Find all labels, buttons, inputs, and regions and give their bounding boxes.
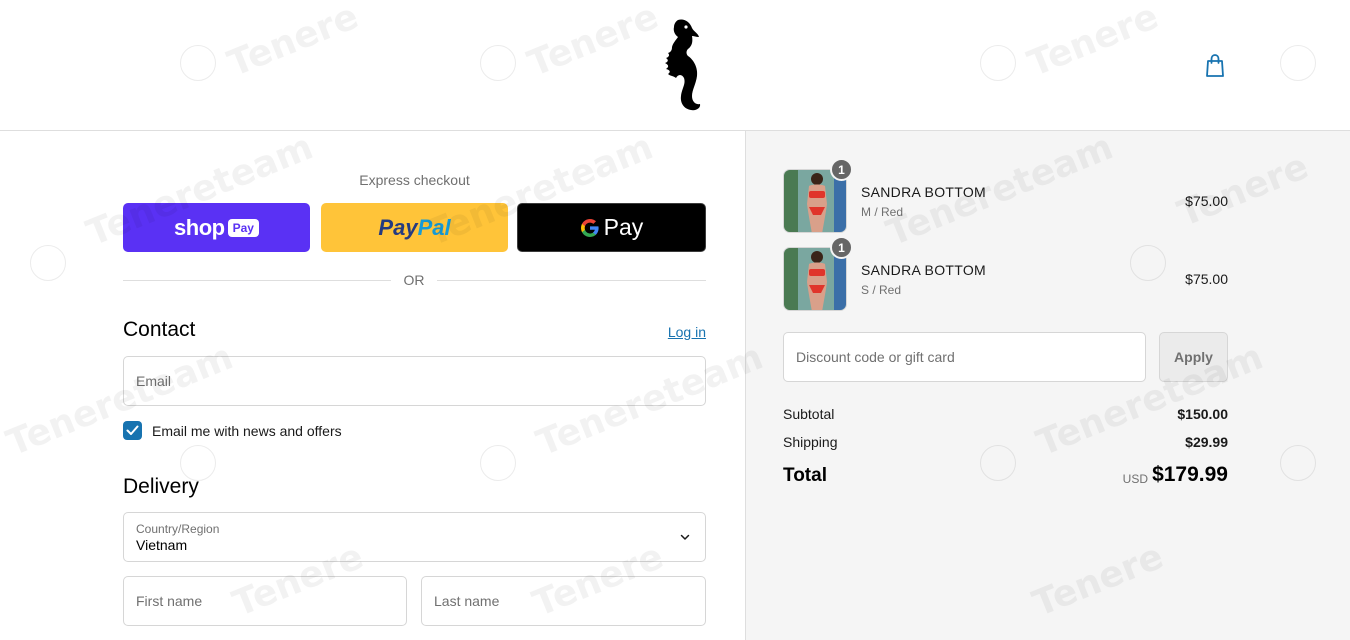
paypal-button[interactable]: PayPal: [321, 203, 508, 252]
subtotal-label: Subtotal: [783, 406, 835, 422]
cart-button[interactable]: [1203, 53, 1227, 79]
shopping-bag-icon[interactable]: [1203, 53, 1227, 79]
quantity-badge: 1: [830, 158, 853, 181]
delivery-heading: Delivery: [123, 475, 199, 498]
or-label: OR: [403, 272, 425, 288]
or-divider: OR: [123, 271, 706, 289]
apply-discount-button[interactable]: Apply: [1159, 332, 1228, 382]
shop-pay-button[interactable]: shop Pay: [123, 203, 310, 252]
chevron-down-icon: [680, 534, 690, 540]
total-currency: USD: [1122, 472, 1148, 486]
checkout-form: Express checkout shop Pay PayPal Pay OR …: [0, 131, 745, 640]
country-value: Vietnam: [136, 537, 188, 553]
contact-heading: Contact: [123, 318, 196, 341]
newsletter-option[interactable]: Email me with news and offers: [123, 421, 342, 440]
checkout-header: [0, 0, 1350, 131]
newsletter-label: Email me with news and offers: [152, 422, 342, 439]
total-value: $179.99: [1152, 463, 1228, 486]
country-select[interactable]: Country/Region Vietnam: [123, 512, 706, 562]
product-price: $75.00: [1185, 193, 1228, 209]
shipping-value: $29.99: [1185, 434, 1228, 450]
google-pay-button[interactable]: Pay: [517, 203, 706, 252]
line-item: 1 SANDRA BOTTOM S / Red $75.00: [783, 236, 1228, 311]
product-variant: M / Red: [861, 205, 904, 219]
google-pay-wordmark: Pay: [603, 214, 644, 240]
product-name: SANDRA BOTTOM: [861, 262, 986, 278]
shop-pay-wordmark: shop: [174, 214, 225, 240]
total-row: Total USD $179.99: [783, 463, 1228, 493]
seahorse-logo[interactable]: [648, 18, 702, 112]
total-label: Total: [783, 465, 827, 486]
login-link[interactable]: Log in: [620, 324, 706, 340]
divider-line: [123, 280, 391, 281]
discount-code-input[interactable]: Discount code or gift card: [783, 332, 1146, 382]
shipping-label: Shipping: [783, 434, 838, 450]
google-g-icon: [580, 218, 599, 237]
express-checkout-title: Express checkout: [359, 172, 470, 188]
subtotal-value: $150.00: [1177, 406, 1228, 422]
quantity-badge: 1: [830, 236, 853, 259]
email-field[interactable]: Email: [123, 356, 706, 406]
first-name-field[interactable]: First name: [123, 576, 407, 626]
country-label: Country/Region: [136, 522, 220, 536]
line-item: 1 SANDRA BOTTOM M / Red $75.00: [783, 158, 1228, 233]
divider-line: [437, 280, 706, 281]
shop-pay-badge: Pay: [227, 218, 259, 237]
product-name: SANDRA BOTTOM: [861, 184, 986, 200]
newsletter-checkbox[interactable]: [123, 421, 142, 440]
product-variant: S / Red: [861, 283, 902, 297]
checkmark-icon: [126, 425, 139, 435]
paypal-wordmark: PayPal: [378, 214, 451, 240]
last-name-field[interactable]: Last name: [421, 576, 706, 626]
order-summary: 1 SANDRA BOTTOM M / Red $75.00 1 SANDRA …: [745, 131, 1350, 640]
product-price: $75.00: [1185, 271, 1228, 287]
